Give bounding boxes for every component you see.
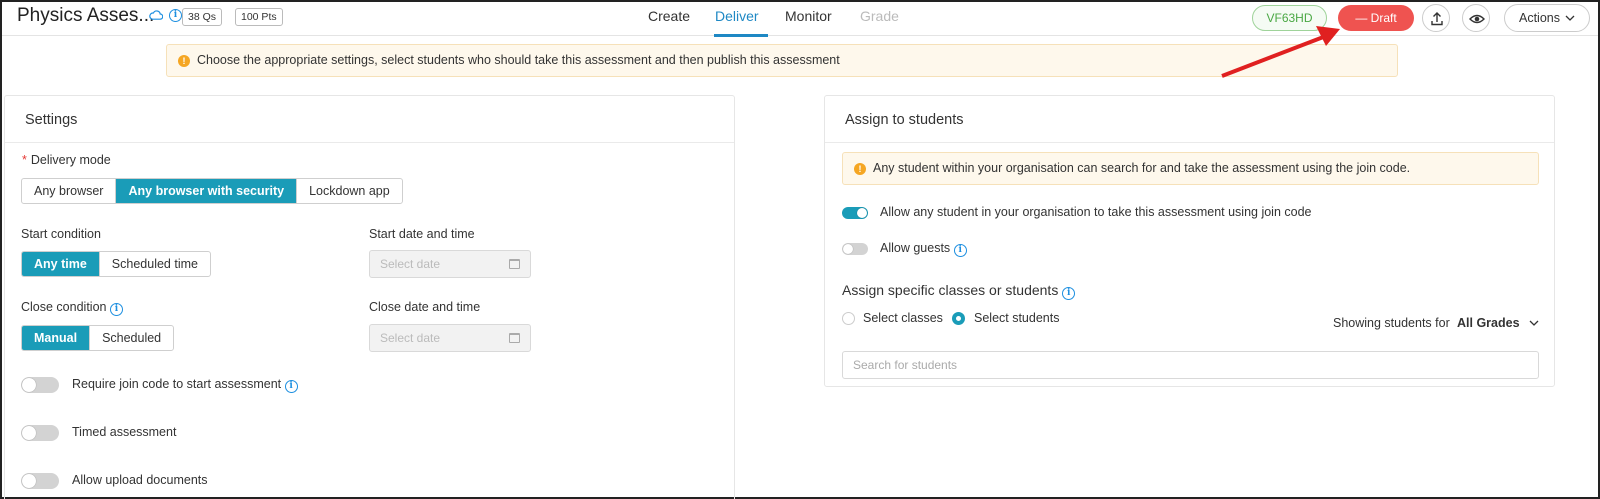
warning-icon: ! [178, 55, 190, 67]
close-datetime-label: Close date and time [369, 300, 481, 314]
start-date-placeholder: Select date [380, 257, 441, 271]
top-bar: Physics Asses... i 38 Qs 100 Pts Create … [2, 2, 1598, 37]
join-code-required-label: Require join code to start assessment i [72, 377, 298, 393]
start-date-input: Select date [369, 250, 531, 278]
delivery-mode-selector: Any browser Any browser with security Lo… [21, 178, 403, 204]
required-marker: * [22, 153, 27, 167]
allow-join-code-label: Allow any student in your organisation t… [880, 205, 1312, 219]
timed-assessment-toggle[interactable] [21, 425, 59, 441]
toggle-knob [22, 378, 36, 392]
grade-filter-value: All Grades [1457, 316, 1520, 330]
upload-icon [1431, 12, 1443, 26]
toggle-knob [22, 474, 36, 488]
cloud-icon [149, 10, 163, 20]
panel-divider [825, 142, 1554, 143]
info-icon[interactable]: i [953, 244, 967, 257]
draft-label: Draft [1370, 11, 1397, 25]
points-chip: 100 Pts [235, 8, 283, 26]
warning-icon: ! [854, 163, 866, 175]
settings-title: Settings [25, 112, 78, 128]
upload-documents-label: Allow upload documents [72, 473, 208, 487]
assessment-title[interactable]: Physics Asses... [17, 5, 154, 27]
select-students-radio[interactable] [952, 312, 965, 325]
showing-students-label: Showing students for [1333, 316, 1450, 330]
active-tab-indicator [714, 34, 768, 37]
toggle-knob [857, 208, 867, 218]
instructions-text: Choose the appropriate settings, select … [197, 53, 840, 67]
upload-documents-toggle[interactable] [21, 473, 59, 489]
assign-specific-heading: Assign specific classes or students i [842, 282, 1076, 300]
allow-guests-label: Allow guests i [880, 241, 967, 257]
delivery-mode-text: Delivery mode [30, 153, 111, 167]
tab-grade: Grade [860, 8, 899, 24]
delivery-mode-label: * Delivery mode [22, 153, 111, 167]
info-icon[interactable]: i [284, 380, 298, 393]
allow-join-code-toggle[interactable] [842, 207, 868, 219]
close-condition-label: Close condition i [21, 300, 123, 316]
timed-assessment-label: Timed assessment [72, 425, 177, 439]
join-code-required-text: Require join code to start assessment [72, 377, 282, 391]
start-option-scheduled[interactable]: Scheduled time [100, 252, 210, 276]
start-condition-selector: Any time Scheduled time [21, 251, 211, 277]
preview-button[interactable] [1462, 4, 1490, 32]
eye-icon [1469, 14, 1485, 24]
annotation-arrow [1221, 26, 1340, 78]
delivery-option-any-browser-security[interactable]: Any browser with security [116, 179, 298, 203]
questions-count-chip: 38 Qs [182, 8, 223, 26]
info-icon[interactable]: i [109, 303, 123, 316]
close-date-input: Select date [369, 324, 531, 352]
delivery-option-any-browser[interactable]: Any browser [22, 179, 117, 203]
grade-filter-dropdown[interactable]: All Grades [1457, 316, 1539, 330]
join-code-notice: ! Any student within your organisation c… [842, 152, 1539, 185]
select-classes-label: Select classes [863, 311, 943, 325]
student-search-input[interactable]: Search for students [842, 351, 1539, 379]
student-search-placeholder: Search for students [853, 358, 958, 372]
allow-guests-text: Allow guests [880, 241, 951, 255]
actions-label: Actions [1519, 11, 1560, 25]
dash-icon: — [1355, 11, 1368, 25]
join-code-required-toggle[interactable] [21, 377, 59, 393]
select-students-label: Select students [974, 311, 1060, 325]
panel-divider [5, 142, 734, 143]
export-button[interactable] [1422, 4, 1450, 32]
calendar-icon [509, 333, 520, 343]
toggle-knob [843, 244, 853, 254]
calendar-icon [509, 259, 520, 269]
tab-deliver[interactable]: Deliver [715, 8, 759, 24]
delivery-option-lockdown-app[interactable]: Lockdown app [297, 179, 402, 203]
close-date-placeholder: Select date [380, 331, 441, 345]
chevron-down-icon [1529, 320, 1539, 326]
assign-title: Assign to students [845, 112, 964, 128]
close-option-manual[interactable]: Manual [22, 326, 91, 350]
close-option-scheduled[interactable]: Scheduled [90, 326, 173, 350]
tab-monitor[interactable]: Monitor [785, 8, 832, 24]
tab-create[interactable]: Create [648, 8, 690, 24]
actions-dropdown[interactable]: Actions [1504, 4, 1590, 32]
close-condition-text: Close condition [21, 300, 107, 314]
start-condition-label: Start condition [21, 227, 101, 241]
join-code-notice-text: Any student within your organisation can… [873, 161, 1411, 175]
start-option-any-time[interactable]: Any time [22, 252, 100, 276]
info-icon[interactable]: i [169, 9, 182, 22]
chevron-down-icon [1565, 15, 1575, 21]
info-icon[interactable]: i [1062, 287, 1076, 300]
close-condition-selector: Manual Scheduled [21, 325, 175, 351]
allow-guests-toggle[interactable] [842, 243, 868, 255]
assign-specific-text: Assign specific classes or students [842, 282, 1059, 298]
select-classes-radio[interactable] [842, 312, 855, 325]
toggle-knob [22, 426, 36, 440]
start-datetime-label: Start date and time [369, 227, 475, 241]
